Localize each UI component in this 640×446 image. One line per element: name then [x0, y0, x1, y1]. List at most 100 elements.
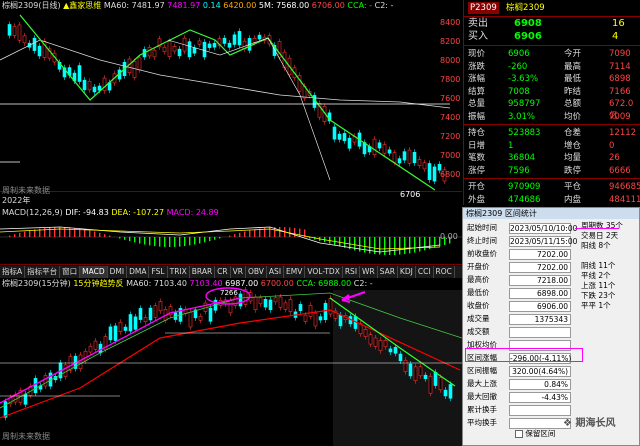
candle-body [308, 304, 313, 317]
quote-row: 外盘 474686 内盘 484111 [464, 194, 640, 206]
keep-range-option[interactable]: 保留区间 [515, 428, 555, 439]
stats-value-field[interactable]: 7202.00 [509, 248, 571, 260]
indicator-tab[interactable]: CR [215, 266, 231, 278]
stats-value-field[interactable]: 6898.00 [509, 287, 571, 299]
stats-info-item: 平线 2个 [581, 271, 611, 280]
candle-body [22, 35, 27, 44]
macd-bar [384, 237, 386, 255]
candle-body [422, 162, 427, 170]
price-axis-label: 7200 [440, 132, 461, 141]
macd-chart[interactable]: MACD(12,26,9) DIF: -94.83 DEA: -107.27 M… [0, 207, 462, 265]
indicator-tab[interactable]: EMV [284, 266, 306, 278]
candle-body [338, 314, 343, 327]
candle-body [298, 304, 303, 312]
indicator-tab[interactable]: ROC [434, 266, 455, 278]
indicator-tab[interactable]: OBV [246, 266, 267, 278]
indicator-tab[interactable]: DMI [108, 266, 128, 278]
indicator-tab[interactable]: SAR [378, 266, 398, 278]
quote-l2: 今开 [564, 49, 582, 59]
macd-bar [164, 237, 166, 247]
indicator-tab[interactable]: DMA [127, 266, 150, 278]
quote-l1: 现价 [468, 49, 486, 59]
candle-body [78, 354, 83, 370]
macd-bar [139, 237, 141, 244]
macd-bar [149, 237, 151, 246]
indicator-tab[interactable]: TRIX [168, 266, 190, 278]
macd-bar [434, 237, 436, 248]
candle-body [253, 296, 258, 311]
macd-header: MACD(12,26,9) DIF: -94.83 DEA: -107.27 M… [2, 208, 219, 218]
macd-bar [169, 237, 171, 247]
stats-value-field[interactable] [509, 417, 571, 429]
candle-body [87, 80, 92, 91]
macd-bar [339, 237, 341, 247]
macd-bar [174, 237, 176, 247]
quote-row: 现价 6906 今开 7090 [464, 48, 640, 60]
stats-value-field[interactable]: 7218.00 [509, 274, 571, 286]
keep-range-checkbox[interactable] [515, 430, 523, 438]
candle-body [128, 314, 133, 332]
stats-info-item: 阴线 11个 [581, 261, 616, 270]
candle-body [147, 47, 152, 57]
stats-value-field[interactable]: -4.43% [509, 391, 571, 403]
quote-row: 持仓 523883 仓差 12112 [464, 127, 640, 139]
candle-body [347, 137, 352, 149]
candle-body [403, 359, 408, 372]
macd-bar [399, 237, 401, 255]
buy-price: 6906 [514, 31, 542, 42]
buy-row: 买入 6906 4 [468, 31, 619, 42]
macd-bar [44, 227, 46, 237]
stats-info-item: 下跌 23个 [581, 291, 616, 300]
candle-body [273, 297, 278, 303]
watermark: ❖ 期海长风 [563, 418, 616, 429]
candle-body [342, 133, 347, 142]
macd-bar [89, 230, 91, 237]
candle-body [97, 85, 102, 91]
indicator-tab[interactable]: 窗口 [60, 266, 81, 278]
indicator-tab[interactable]: FSL [149, 266, 168, 278]
future-data-note: 周制未来数据 [2, 186, 50, 195]
stats-value-field[interactable]: 1375343 [509, 313, 571, 325]
zigzag-line [167, 37, 331, 181]
candle-body [212, 42, 217, 48]
indicator-tab[interactable]: RSI [343, 266, 361, 278]
range-stats-dialog[interactable]: 棕榈2309 区间统计 起始时间 2023/05/10/10:00 终止时间 2023… [462, 207, 640, 446]
intraday-future-note: 周制未来数据 [2, 432, 50, 441]
candle-body [133, 316, 138, 330]
indicator-tab[interactable]: 指标平台 [25, 266, 61, 278]
indicator-tab[interactable]: MACD [80, 266, 108, 278]
candle-body [427, 163, 432, 181]
stats-value-field[interactable]: 6906.00 [509, 300, 571, 312]
candle-body [283, 302, 288, 310]
quote-l2: 内盘 [564, 194, 582, 205]
indicator-tab[interactable]: BRAR [190, 266, 216, 278]
indicator-tab[interactable]: CCI [416, 266, 434, 278]
candle-body [92, 86, 97, 93]
stats-value-field[interactable]: 320.00(4.64%) [509, 365, 571, 377]
candle-body [433, 371, 438, 386]
stats-value-field[interactable]: 2023/05/11/15:00 [509, 235, 577, 247]
stats-value-field[interactable] [509, 326, 571, 338]
intraday-15min-chart[interactable]: 棕榈2309(15分钟) 15分钟趋势反 MA60: 7103.40 7103.… [0, 278, 463, 446]
indicator-tab[interactable]: ASI [267, 266, 285, 278]
stats-value-field[interactable]: 2023/05/10/10:00 [509, 222, 577, 234]
indicator-tab[interactable]: VR [231, 266, 246, 278]
price-axis-label: 6800 [440, 170, 461, 179]
stats-value-field[interactable] [509, 404, 571, 416]
candle-body [383, 339, 388, 348]
candle-body [397, 158, 402, 164]
candle-body [398, 353, 403, 362]
candle-body [93, 340, 98, 350]
stats-value-field[interactable]: 7202.00 [509, 261, 571, 273]
stats-value-field[interactable]: 0.84% [509, 378, 571, 390]
ma60-value: MA60: 7481.97 [103, 1, 165, 10]
indicator-tab[interactable]: 指标A [0, 266, 26, 278]
indicator-tab[interactable]: VOL-TDX [305, 266, 343, 278]
macd-bar [239, 232, 241, 237]
daily-kline-chart[interactable]: 棕榈2309(日线) ▲鑫家思维 MA60: 7481.97 7481.97 0… [0, 0, 462, 199]
candle-body [118, 321, 123, 333]
header-value-6: CCA: - [347, 1, 373, 10]
indicator-tab[interactable]: KDJ [398, 266, 416, 278]
candle-body [152, 49, 157, 58]
indicator-tab[interactable]: WR [360, 266, 378, 278]
